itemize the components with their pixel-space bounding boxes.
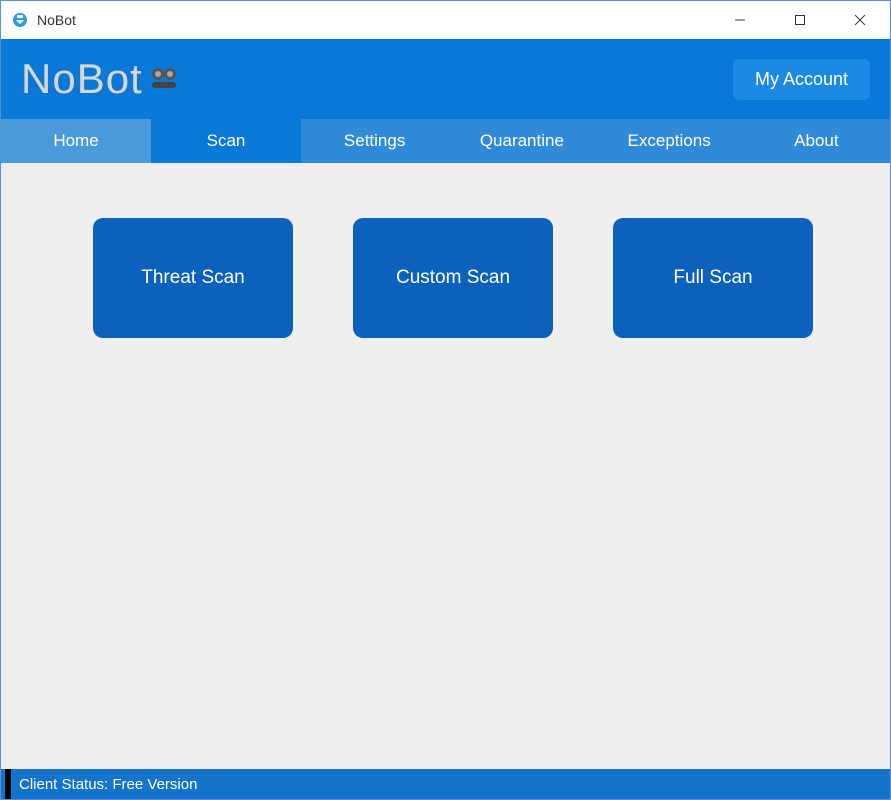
nav-scan[interactable]: Scan <box>151 119 301 163</box>
threat-scan-button[interactable]: Threat Scan <box>93 218 293 338</box>
nav-about[interactable]: About <box>743 119 890 163</box>
custom-scan-button[interactable]: Custom Scan <box>353 218 553 338</box>
maximize-button[interactable] <box>770 1 830 39</box>
nav-label: About <box>794 131 838 151</box>
window-title: NoBot <box>37 12 710 28</box>
navbar: Home Scan Settings Quarantine Exceptions… <box>1 119 890 163</box>
content-area: Threat Scan Custom Scan Full Scan <box>1 163 890 769</box>
window-controls <box>710 1 890 39</box>
logo: NoBot <box>21 55 181 103</box>
app-icon <box>11 11 29 29</box>
my-account-button[interactable]: My Account <box>733 59 870 100</box>
nav-quarantine[interactable]: Quarantine <box>448 119 595 163</box>
nav-label: Home <box>53 131 98 151</box>
minimize-button[interactable] <box>710 1 770 39</box>
nav-settings[interactable]: Settings <box>301 119 448 163</box>
app-header: NoBot My Account <box>1 39 890 119</box>
nav-exceptions[interactable]: Exceptions <box>596 119 743 163</box>
nav-label: Scan <box>207 131 246 151</box>
close-button[interactable] <box>830 1 890 39</box>
app-window: NoBot NoBot <box>0 0 891 800</box>
nav-label: Quarantine <box>480 131 564 151</box>
status-bar: Client Status: Free Version <box>1 769 890 799</box>
logo-mascot-icon <box>147 60 181 99</box>
nav-label: Exceptions <box>628 131 711 151</box>
nav-label: Settings <box>344 131 405 151</box>
status-accent <box>5 769 11 799</box>
full-scan-button[interactable]: Full Scan <box>613 218 813 338</box>
logo-text: NoBot <box>21 55 143 103</box>
nav-home[interactable]: Home <box>1 119 151 163</box>
status-text: Client Status: Free Version <box>19 776 197 793</box>
titlebar: NoBot <box>1 1 890 39</box>
